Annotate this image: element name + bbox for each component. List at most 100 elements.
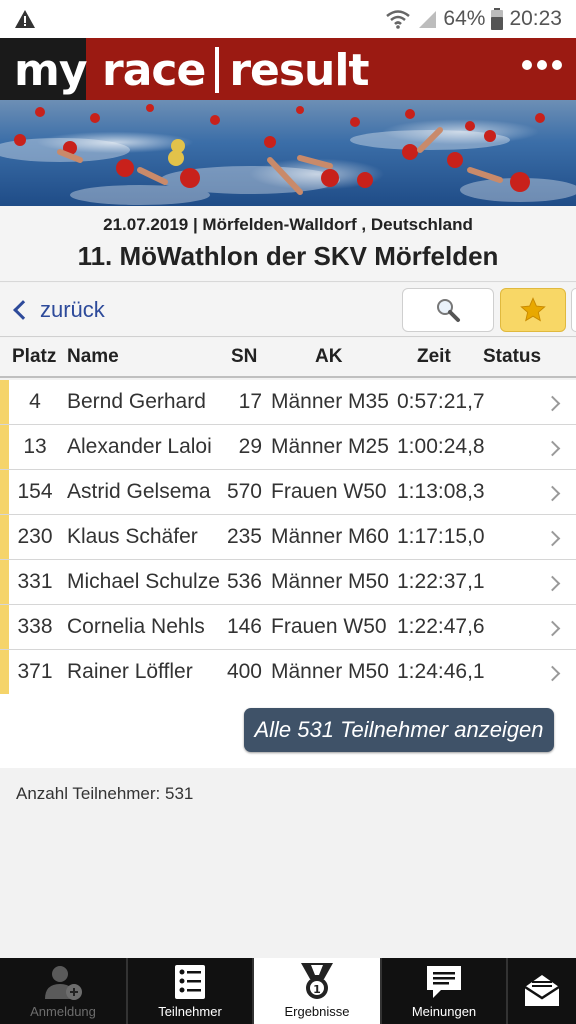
row-marker	[0, 380, 9, 424]
header-ak[interactable]: AK	[315, 346, 342, 368]
cell-name: Cornelia Nehls	[67, 615, 205, 638]
cell-sn: 29	[238, 435, 262, 458]
tab-label: Ergebnisse	[284, 1004, 350, 1019]
cell-sn: 17	[238, 390, 262, 413]
participant-count: Anzahl Teilnehmer: 531	[16, 784, 194, 803]
table-row[interactable]: 13 Alexander Laloi 29 Männer M25 1:00:24…	[0, 425, 576, 470]
logo-text-race: race	[102, 44, 206, 96]
event-info: 21.07.2019 | Mörfelden-Walldorf , Deutsc…	[0, 206, 576, 282]
tab-meinungen[interactable]: Meinungen	[382, 958, 508, 1024]
cell-ak: Männer M35	[271, 390, 389, 413]
cell-zeit: 1:24:46,1	[397, 660, 485, 683]
cell-sn: 235	[226, 525, 262, 548]
cell-name: Klaus Schäfer	[67, 525, 198, 548]
cell-platz: 331	[17, 570, 53, 593]
cell-zeit: 0:57:21,7	[397, 390, 485, 413]
header-sn[interactable]: SN	[231, 346, 257, 368]
clock: 20:23	[509, 7, 562, 30]
cell-platz: 13	[23, 435, 47, 458]
row-marker	[0, 470, 9, 514]
cell-sn: 570	[226, 480, 262, 503]
table-row[interactable]: 338 Cornelia Nehls 146 Frauen W50 1:22:4…	[0, 605, 576, 650]
cell-name: Alexander Laloi	[67, 435, 212, 458]
chevron-right-icon	[544, 575, 561, 592]
signal-icon	[419, 11, 437, 28]
app-logo[interactable]: my race result	[14, 42, 370, 98]
participant-list-icon	[175, 965, 205, 999]
user-add-icon	[45, 966, 82, 1000]
cell-name: Rainer Löffler	[67, 660, 193, 683]
show-all-section: Alle 531 Teilnehmer anzeigen	[0, 694, 576, 768]
cell-platz: 338	[17, 615, 53, 638]
tab-anmeldung[interactable]: Anmeldung	[0, 958, 128, 1024]
cell-zeit: 1:22:47,6	[397, 615, 485, 638]
row-marker	[0, 650, 9, 694]
chevron-left-icon	[13, 300, 33, 320]
row-marker	[0, 425, 9, 469]
status-bar: 64% 20:23	[0, 0, 576, 38]
chevron-right-icon	[544, 395, 561, 412]
cell-name: Astrid Gelsema	[67, 480, 211, 503]
back-label: zurück	[40, 297, 105, 322]
comment-icon	[427, 966, 461, 998]
header-name[interactable]: Name	[67, 346, 119, 368]
app-header: my race result	[0, 38, 576, 100]
cell-sn: 146	[226, 615, 262, 638]
header-status[interactable]: Status	[483, 346, 541, 368]
logo-text-result: result	[229, 44, 369, 96]
chevron-right-icon	[544, 440, 561, 457]
table-row[interactable]: 331 Michael Schulze 536 Männer M50 1:22:…	[0, 560, 576, 605]
nav-row: zurück	[0, 283, 576, 337]
cell-sn: 400	[226, 660, 262, 683]
cell-zeit: 1:00:24,8	[397, 435, 485, 458]
back-button[interactable]: zurück	[12, 293, 105, 327]
table-row[interactable]: 371 Rainer Löffler 400 Männer M50 1:24:4…	[0, 650, 576, 695]
chevron-right-icon	[544, 665, 561, 682]
cell-ak: Männer M25	[271, 435, 389, 458]
results-table: 4 Bernd Gerhard 17 Männer M35 0:57:21,7 …	[0, 380, 576, 695]
results-table-header: Platz Name SN AK Zeit Status	[0, 338, 576, 378]
overflow-button[interactable]	[571, 288, 576, 332]
table-row[interactable]: 154 Astrid Gelsema 570 Frauen W50 1:13:0…	[0, 470, 576, 515]
header-platz[interactable]: Platz	[12, 346, 56, 368]
more-menu-icon[interactable]	[522, 60, 562, 70]
cell-zeit: 1:17:15,0	[397, 525, 485, 548]
show-all-participants-button[interactable]: Alle 531 Teilnehmer anzeigen	[244, 708, 554, 752]
cell-zeit: 1:22:37,1	[397, 570, 485, 593]
bottom-tab-bar: Anmeldung Teilnehmer 1 Ergebnisse Meinun…	[0, 958, 576, 1024]
svg-text:1: 1	[313, 983, 321, 996]
logo-text-my: my	[14, 44, 88, 96]
cell-ak: Frauen W50	[271, 615, 387, 638]
table-row[interactable]: 4 Bernd Gerhard 17 Männer M35 0:57:21,7	[0, 380, 576, 425]
row-marker	[0, 515, 9, 559]
warning-icon	[15, 10, 35, 28]
search-button[interactable]	[402, 288, 494, 332]
logo-separator	[215, 47, 220, 93]
search-icon	[437, 299, 460, 322]
cell-name: Michael Schulze	[67, 570, 220, 593]
cell-ak: Männer M60	[271, 525, 389, 548]
mail-icon	[524, 975, 560, 1006]
cell-ak: Frauen W50	[271, 480, 387, 503]
tab-teilnehmer[interactable]: Teilnehmer	[128, 958, 254, 1024]
cell-zeit: 1:13:08,3	[397, 480, 485, 503]
chevron-right-icon	[544, 620, 561, 637]
cell-sn: 536	[226, 570, 262, 593]
cell-platz: 230	[17, 525, 53, 548]
chevron-right-icon	[544, 485, 561, 502]
cell-ak: Männer M50	[271, 570, 389, 593]
star-icon	[520, 297, 546, 322]
table-row[interactable]: 230 Klaus Schäfer 235 Männer M60 1:17:15…	[0, 515, 576, 560]
cell-name: Bernd Gerhard	[67, 390, 206, 413]
tab-label: Anmeldung	[30, 1004, 96, 1019]
header-zeit[interactable]: Zeit	[417, 346, 451, 368]
cell-platz: 371	[17, 660, 53, 683]
favorite-button[interactable]	[500, 288, 566, 332]
tab-ergebnisse[interactable]: 1 Ergebnisse	[254, 958, 382, 1024]
chevron-right-icon	[544, 530, 561, 547]
cell-ak: Männer M50	[271, 660, 389, 683]
tab-label: Teilnehmer	[158, 1004, 222, 1019]
event-date-location: 21.07.2019 | Mörfelden-Walldorf , Deutsc…	[103, 215, 473, 234]
event-banner-image	[0, 100, 576, 206]
tab-mail[interactable]	[508, 958, 576, 1024]
